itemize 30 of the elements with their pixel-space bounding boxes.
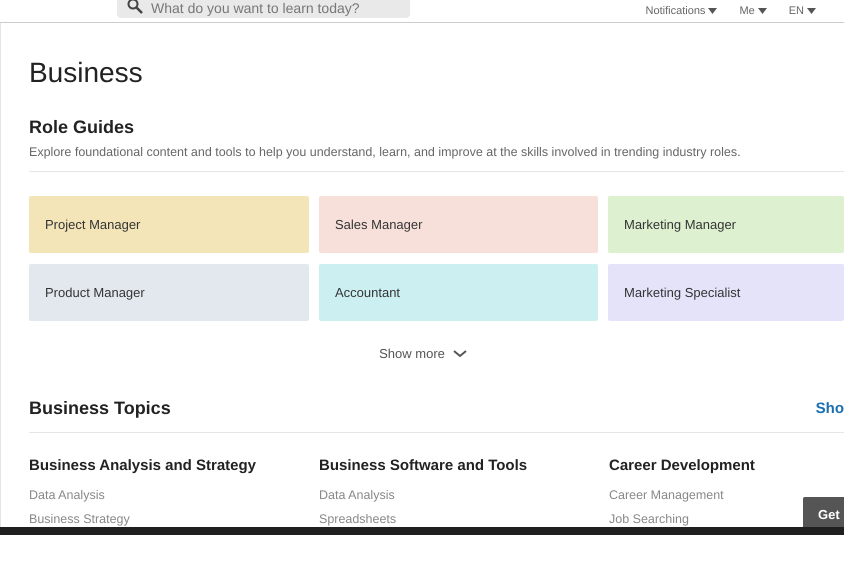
role-guide-card[interactable]: Marketing Manager (608, 196, 844, 253)
role-guide-card[interactable]: Sales Manager (319, 196, 598, 253)
topic-link[interactable]: Job Searching (609, 507, 689, 531)
section-title: Role Guides (29, 116, 136, 138)
topic-link[interactable]: Data Analysis (29, 483, 105, 507)
menu-dropdown[interactable]: Notifications (646, 5, 718, 17)
role-guide-card[interactable]: Project Manager (29, 196, 309, 253)
topic-heading[interactable]: Business Analysis and Strategy (29, 457, 319, 475)
section-description: Explore foundational content and tools to help you understand, learn, and improve at the skills involved in trending industry roles. (29, 145, 844, 172)
role-guide-card[interactable]: Marketing Specialist (608, 264, 844, 321)
topic-link[interactable]: Business Strategy (29, 507, 130, 531)
role-guide-card[interactable]: Product Manager (29, 264, 309, 321)
section-title: Business Topics (29, 397, 171, 419)
caret-icon (708, 8, 718, 14)
chevron-down-icon (452, 350, 467, 358)
topic-heading[interactable]: Business Software and Tools (319, 457, 609, 475)
search-field[interactable]: What do you want to learn today? (117, 0, 410, 18)
menu-dropdown[interactable]: Me (739, 5, 767, 17)
role-guide-card[interactable]: Accountant (319, 264, 598, 321)
show-more-button[interactable]: Show more (379, 346, 467, 361)
menu-dropdown[interactable]: EN (788, 5, 816, 17)
caret-icon (758, 8, 767, 14)
show-all-link[interactable]: Sho (816, 400, 844, 416)
search-icon (127, 0, 143, 14)
caret-icon (807, 8, 816, 14)
topic-link[interactable]: Data Analysis (319, 483, 395, 507)
topic-link[interactable]: Spreadsheets (319, 507, 396, 531)
topic-link[interactable]: Career Management (609, 483, 724, 507)
page-title: Business (29, 56, 144, 90)
topic-heading[interactable]: Career Development (609, 457, 844, 475)
